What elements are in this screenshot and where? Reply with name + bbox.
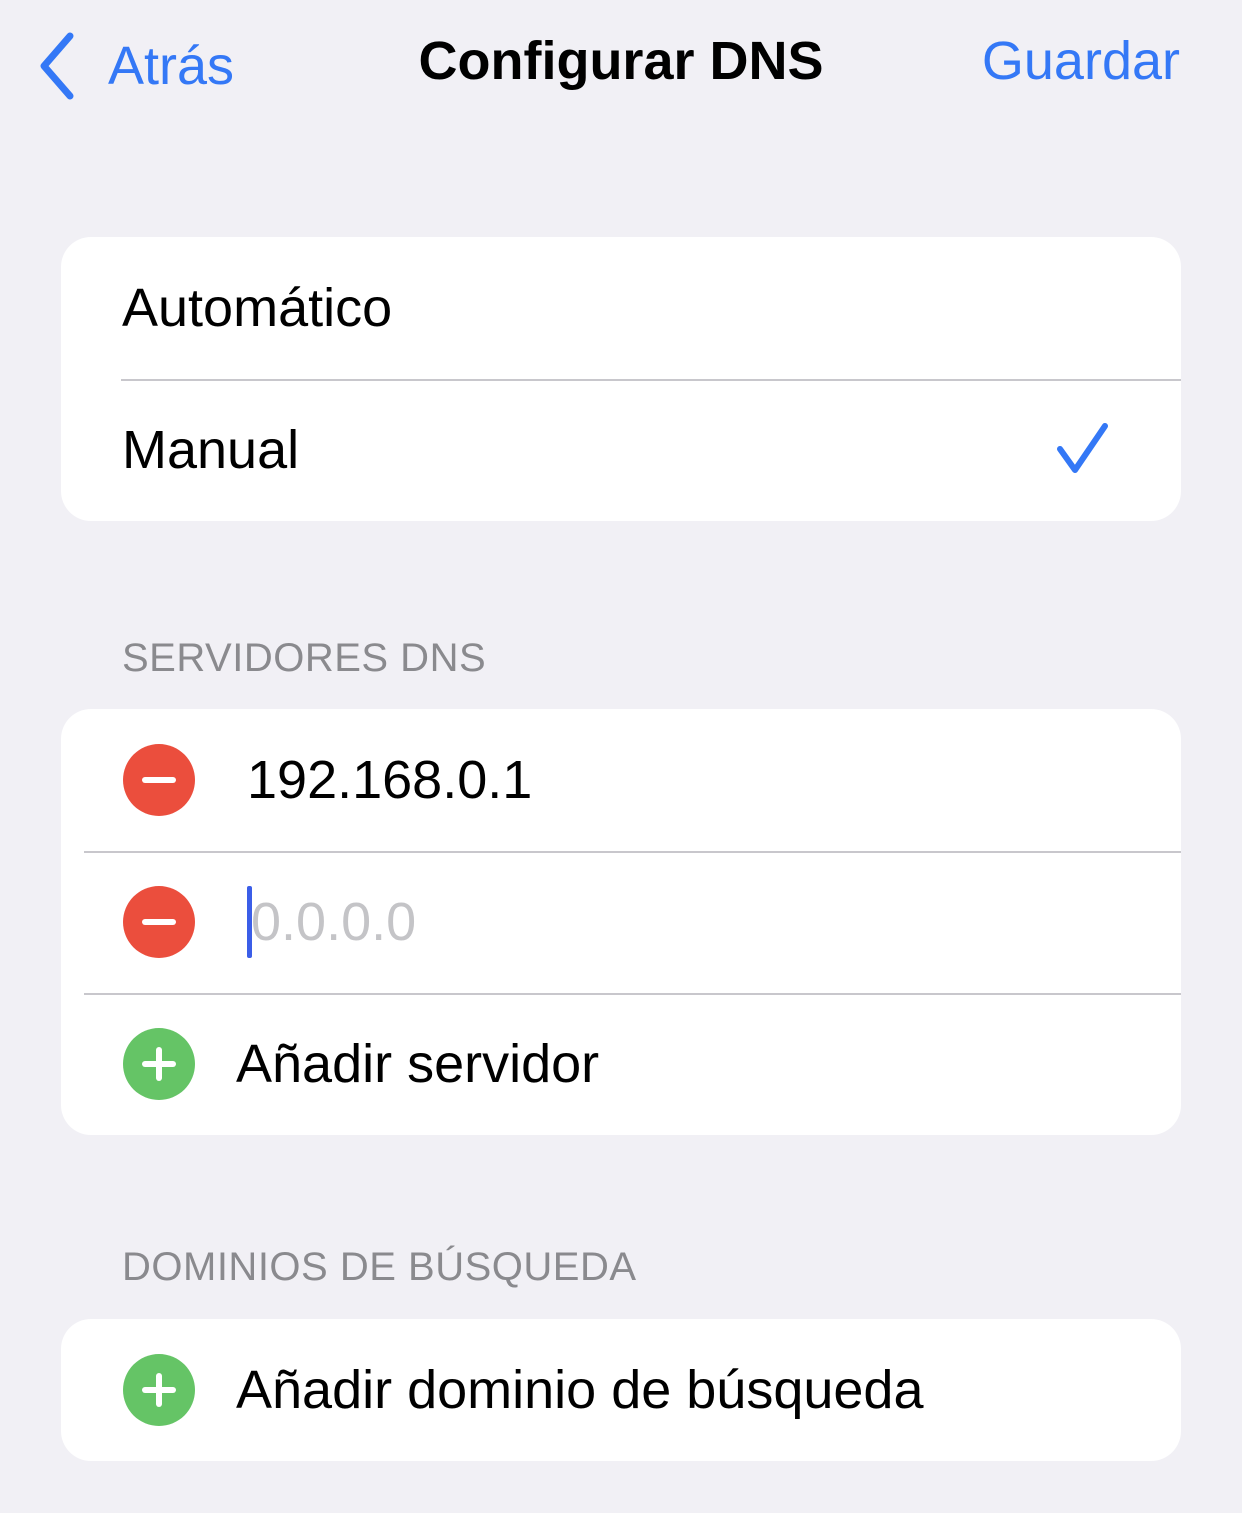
search-domains-header: DOMINIOS DE BÚSQUEDA xyxy=(122,1245,637,1289)
search-domains-group: Añadir dominio de búsqueda xyxy=(61,1319,1181,1461)
dns-mode-group: Automático Manual xyxy=(61,237,1181,521)
add-search-domain-button[interactable] xyxy=(123,1354,195,1426)
add-search-domain-label: Añadir dominio de búsqueda xyxy=(236,1360,924,1420)
minus-icon xyxy=(142,919,176,925)
mode-option-manual[interactable]: Manual xyxy=(61,379,1181,521)
plus-icon-vertical xyxy=(156,1373,162,1407)
add-server-label: Añadir servidor xyxy=(236,1034,600,1094)
mode-option-label: Manual xyxy=(122,420,300,480)
remove-server-button[interactable] xyxy=(123,744,195,816)
dns-server-row: 192.168.0.1 xyxy=(61,709,1181,851)
checkmark-icon xyxy=(1057,423,1108,473)
minus-icon xyxy=(142,777,176,783)
add-search-domain-row[interactable]: Añadir dominio de búsqueda xyxy=(61,1319,1181,1461)
plus-icon-vertical xyxy=(156,1047,162,1081)
remove-server-button[interactable] xyxy=(123,886,195,958)
add-server-button[interactable] xyxy=(123,1028,195,1100)
dns-server-address[interactable]: 192.168.0.1 xyxy=(247,749,532,811)
dns-servers-header: SERVIDORES DNS xyxy=(122,636,487,680)
add-server-row[interactable]: Añadir servidor xyxy=(61,993,1181,1135)
navigation-bar: Atrás Configurar DNS Guardar xyxy=(0,0,1242,130)
save-button[interactable]: Guardar xyxy=(982,30,1180,92)
dns-server-input[interactable] xyxy=(247,851,1131,993)
mode-option-automatic[interactable]: Automático xyxy=(61,237,1181,379)
dns-server-row xyxy=(61,851,1181,993)
dns-servers-group: 192.168.0.1 Añadir servidor xyxy=(61,709,1181,1135)
mode-option-label: Automático xyxy=(122,278,393,338)
text-cursor xyxy=(247,886,252,958)
